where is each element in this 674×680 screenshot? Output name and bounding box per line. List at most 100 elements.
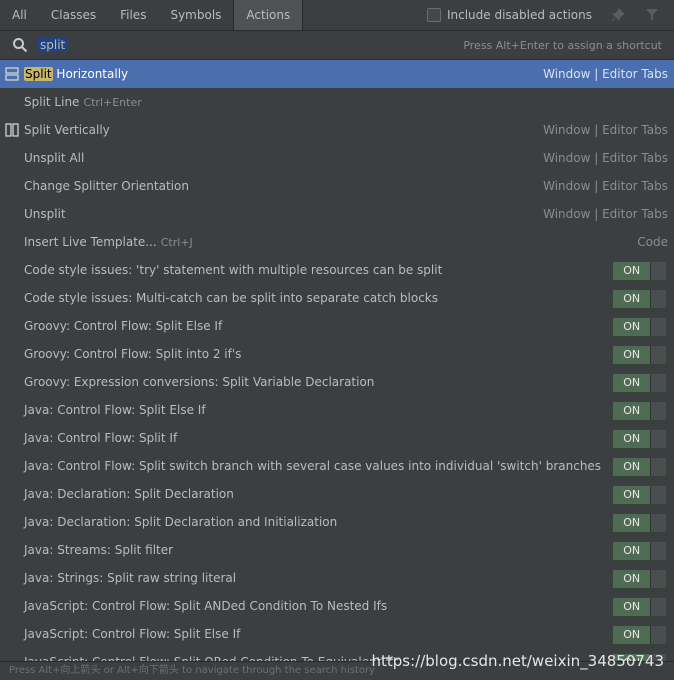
list-item[interactable]: Unsplit All Window | Editor Tabs — [0, 144, 674, 172]
list-item[interactable]: Split Line Ctrl+Enter — [0, 88, 674, 116]
item-label: Java: Control Flow: Split switch branch … — [24, 459, 602, 473]
list-item[interactable]: Split Horizontally Window | Editor Tabs — [0, 60, 674, 88]
list-item[interactable]: Insert Live Template... Ctrl+J Code — [0, 228, 674, 256]
split-horizontally-icon — [5, 67, 19, 81]
toggle-knob — [650, 262, 666, 280]
search-hint: Press Alt+Enter to assign a shortcut — [463, 38, 662, 52]
item-location: Window | Editor Tabs — [543, 123, 668, 137]
watermark: https://blog.csdn.net/weixin_34850743 — [371, 652, 664, 670]
on-off-toggle[interactable]: ON — [612, 625, 667, 645]
list-item[interactable]: Unsplit Window | Editor Tabs — [0, 200, 674, 228]
tab-bar-options: Include disabled actions — [426, 0, 660, 30]
list-item[interactable]: Code style issues: 'try' statement with … — [0, 256, 674, 284]
list-item[interactable]: Java: Streams: Split filter ON — [0, 536, 674, 564]
toggle-knob — [650, 374, 666, 392]
toggle-knob — [650, 402, 666, 420]
on-off-toggle[interactable]: ON — [612, 429, 667, 449]
tab-classes[interactable]: Classes — [39, 0, 108, 30]
on-off-toggle[interactable]: ON — [612, 457, 667, 477]
item-label: JavaScript: Control Flow: Split Else If — [24, 627, 241, 641]
toggle-label: ON — [613, 402, 651, 420]
list-item[interactable]: Split Vertically Window | Editor Tabs — [0, 116, 674, 144]
item-label: Java: Declaration: Split Declaration — [24, 487, 234, 501]
tab-bar: All Classes Files Symbols Actions Includ… — [0, 0, 674, 31]
on-off-toggle[interactable]: ON — [612, 513, 667, 533]
list-item[interactable]: Java: Strings: Split raw string literal O… — [0, 564, 674, 592]
toggle-knob — [650, 458, 666, 476]
item-label: Java: Strings: Split raw string literal — [24, 571, 237, 585]
toggle-knob — [650, 430, 666, 448]
item-label: Java: Streams: Split filter — [24, 543, 174, 557]
list-item[interactable]: Java: Control Flow: Split If ON — [0, 424, 674, 452]
item-label: Java: Declaration: Split Declaration and… — [24, 515, 338, 529]
include-disabled-label[interactable]: Include disabled actions — [447, 8, 592, 22]
toggle-knob — [650, 318, 666, 336]
item-shortcut: Ctrl+Enter — [83, 96, 142, 109]
item-label: Split Vertically — [24, 123, 110, 137]
toggle-label: ON — [613, 290, 651, 308]
list-item[interactable]: Java: Declaration: Split Declaration ON — [0, 480, 674, 508]
on-off-toggle[interactable]: ON — [612, 345, 667, 365]
pin-icon[interactable] — [610, 7, 626, 23]
toggle-knob — [650, 570, 666, 588]
toggle-label: ON — [613, 486, 651, 504]
list-item[interactable]: Code style issues: Multi-catch can be sp… — [0, 284, 674, 312]
on-off-toggle[interactable]: ON — [612, 569, 667, 589]
search-bar: split Press Alt+Enter to assign a shortc… — [0, 31, 674, 60]
item-label: Groovy: Control Flow: Split into 2 if's — [24, 347, 242, 361]
item-label: Groovy: Control Flow: Split Else If — [24, 319, 223, 333]
item-label: Split Horizontally — [24, 67, 129, 81]
toggle-label: ON — [613, 430, 651, 448]
on-off-toggle[interactable]: ON — [612, 597, 667, 617]
item-label: Split Line Ctrl+Enter — [24, 95, 142, 109]
item-label: Unsplit All — [24, 151, 85, 165]
filter-icon[interactable] — [644, 7, 660, 23]
tab-symbols[interactable]: Symbols — [158, 0, 233, 30]
search-icon — [12, 37, 28, 53]
tab-all[interactable]: All — [0, 0, 39, 30]
match-highlight: Split — [24, 67, 53, 81]
item-location: Window | Editor Tabs — [543, 179, 668, 193]
toggle-knob — [650, 598, 666, 616]
toggle-knob — [650, 486, 666, 504]
results-list: Split Horizontally Window | Editor Tabs Sp… — [0, 60, 674, 662]
item-label: Code style issues: Multi-catch can be sp… — [24, 291, 438, 305]
toggle-label: ON — [613, 570, 651, 588]
item-label: Change Splitter Orientation — [24, 179, 189, 193]
tab-actions[interactable]: Actions — [233, 0, 304, 30]
item-label: Code style issues: 'try' statement with … — [24, 263, 443, 277]
list-item[interactable]: Java: Control Flow: Split switch branch … — [0, 452, 674, 480]
item-location: Window | Editor Tabs — [543, 207, 668, 221]
on-off-toggle[interactable]: ON — [612, 541, 667, 561]
on-off-toggle[interactable]: ON — [612, 261, 667, 281]
on-off-toggle[interactable]: ON — [612, 401, 667, 421]
include-disabled-checkbox[interactable] — [426, 8, 441, 22]
item-location: Window | Editor Tabs — [543, 151, 668, 165]
toggle-label: ON — [613, 374, 651, 392]
item-label: JavaScript: Control Flow: Split ANDed Co… — [24, 599, 388, 613]
on-off-toggle[interactable]: ON — [612, 317, 667, 337]
search-input[interactable]: split — [38, 38, 68, 52]
toggle-label: ON — [613, 346, 651, 364]
list-item[interactable]: Java: Declaration: Split Declaration and… — [0, 508, 674, 536]
toggle-label: ON — [613, 458, 651, 476]
list-item[interactable]: JavaScript: Control Flow: Split Else If O… — [0, 620, 674, 648]
tab-files[interactable]: Files — [108, 0, 158, 30]
list-item[interactable]: Groovy: Control Flow: Split into 2 if's O… — [0, 340, 674, 368]
split-vertically-icon — [5, 123, 19, 137]
item-location: Code — [637, 235, 668, 249]
list-item[interactable]: Groovy: Control Flow: Split Else If ON — [0, 312, 674, 340]
list-item[interactable]: Groovy: Expression conversions: Split Va… — [0, 368, 674, 396]
list-item[interactable]: JavaScript: Control Flow: Split ANDed Co… — [0, 592, 674, 620]
item-label: Insert Live Template... Ctrl+J — [24, 235, 193, 249]
item-location: Window | Editor Tabs — [543, 67, 668, 81]
on-off-toggle[interactable]: ON — [612, 289, 667, 309]
on-off-toggle[interactable]: ON — [612, 485, 667, 505]
list-item[interactable]: Change Splitter Orientation Window | Edit… — [0, 172, 674, 200]
list-item[interactable]: Java: Control Flow: Split Else If ON — [0, 396, 674, 424]
toggle-knob — [650, 626, 666, 644]
toggle-label: ON — [613, 598, 651, 616]
item-label: Unsplit — [24, 207, 66, 221]
on-off-toggle[interactable]: ON — [612, 373, 667, 393]
toggle-knob — [650, 346, 666, 364]
